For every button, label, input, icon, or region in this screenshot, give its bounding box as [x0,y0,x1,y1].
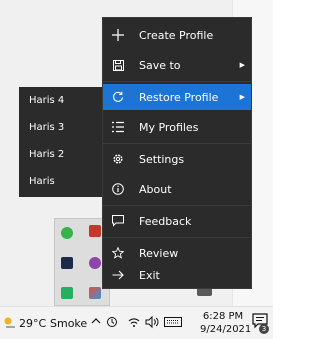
menu-item-my-profiles[interactable]: My Profiles [103,114,251,140]
tray-app-icon-green[interactable] [61,227,73,239]
submenu-item-haris-4[interactable]: Haris 4 [29,95,64,109]
tray-app-icon-purple[interactable] [89,257,101,269]
menu-item-exit[interactable]: Exit [103,262,251,288]
clock-date: 9/24/2021 [200,324,252,335]
tray-app-icon-multicolor[interactable] [89,287,101,299]
wifi-icon[interactable] [127,315,141,329]
menu-separator [103,143,251,144]
chevron-up-icon[interactable] [90,315,102,327]
menu-item-save-to[interactable]: Save to ▶ [103,52,251,78]
restore-profile-submenu: Haris 4 Haris 3 Haris 2 Haris [19,87,103,197]
menu-separator [103,237,251,238]
menu-item-label: My Profiles [139,120,199,134]
gear-icon [111,152,125,166]
menu-item-label: Restore Profile [139,90,219,104]
weather-temperature[interactable]: 29°C [19,317,46,330]
volume-icon[interactable] [145,315,159,329]
taskbar-clock[interactable]: 6:28 PM 9/24/2021 [200,310,252,336]
submenu-item-haris-3[interactable]: Haris 3 [29,122,64,136]
keyboard-icon[interactable] [164,317,182,327]
menu-item-label: About [139,182,172,196]
tray-app-icon-dark[interactable] [61,257,73,269]
menu-item-label: Feedback [139,214,192,228]
menu-item-about[interactable]: About [103,176,251,202]
menu-item-restore-profile[interactable]: Restore Profile ▶ [103,84,251,110]
chevron-right-icon: ▶ [239,93,245,101]
weather-icon[interactable] [3,316,17,328]
menu-item-feedback[interactable]: Feedback [103,208,251,234]
menu-item-label: Save to [139,58,181,72]
list-icon [111,120,125,134]
clock-time: 6:28 PM [202,311,244,322]
taskbar: 29°C Smoke 6:28 PM 9/24/2021 3 [0,306,273,339]
menu-item-label: Create Profile [139,28,214,42]
menu-item-settings[interactable]: Settings [103,146,251,172]
info-icon [111,182,125,196]
tray-app-icon-red[interactable] [89,225,101,237]
feedback-icon [111,214,125,228]
save-icon [111,58,125,72]
menu-separator [103,81,251,82]
submenu-item-haris-2[interactable]: Haris 2 [29,149,64,163]
restore-icon [111,90,125,104]
menu-item-label: Exit [139,268,160,282]
exit-arrow-icon [111,268,125,282]
star-icon [111,246,125,260]
weather-description[interactable]: Smoke [50,317,87,330]
tray-app-icon-shield[interactable] [61,287,73,299]
menu-item-create-profile[interactable]: Create Profile [103,22,251,48]
onedrive-sync-icon[interactable] [106,316,118,328]
menu-separator [103,205,251,206]
notification-count-badge: 3 [259,324,269,334]
submenu-item-haris[interactable]: Haris [29,176,55,190]
chevron-right-icon: ▶ [239,61,245,69]
context-menu: Create Profile Save to ▶ Restore Profile… [102,17,252,289]
menu-item-label: Settings [139,152,185,166]
plus-icon [111,28,125,42]
menu-item-label: Review [139,246,179,260]
